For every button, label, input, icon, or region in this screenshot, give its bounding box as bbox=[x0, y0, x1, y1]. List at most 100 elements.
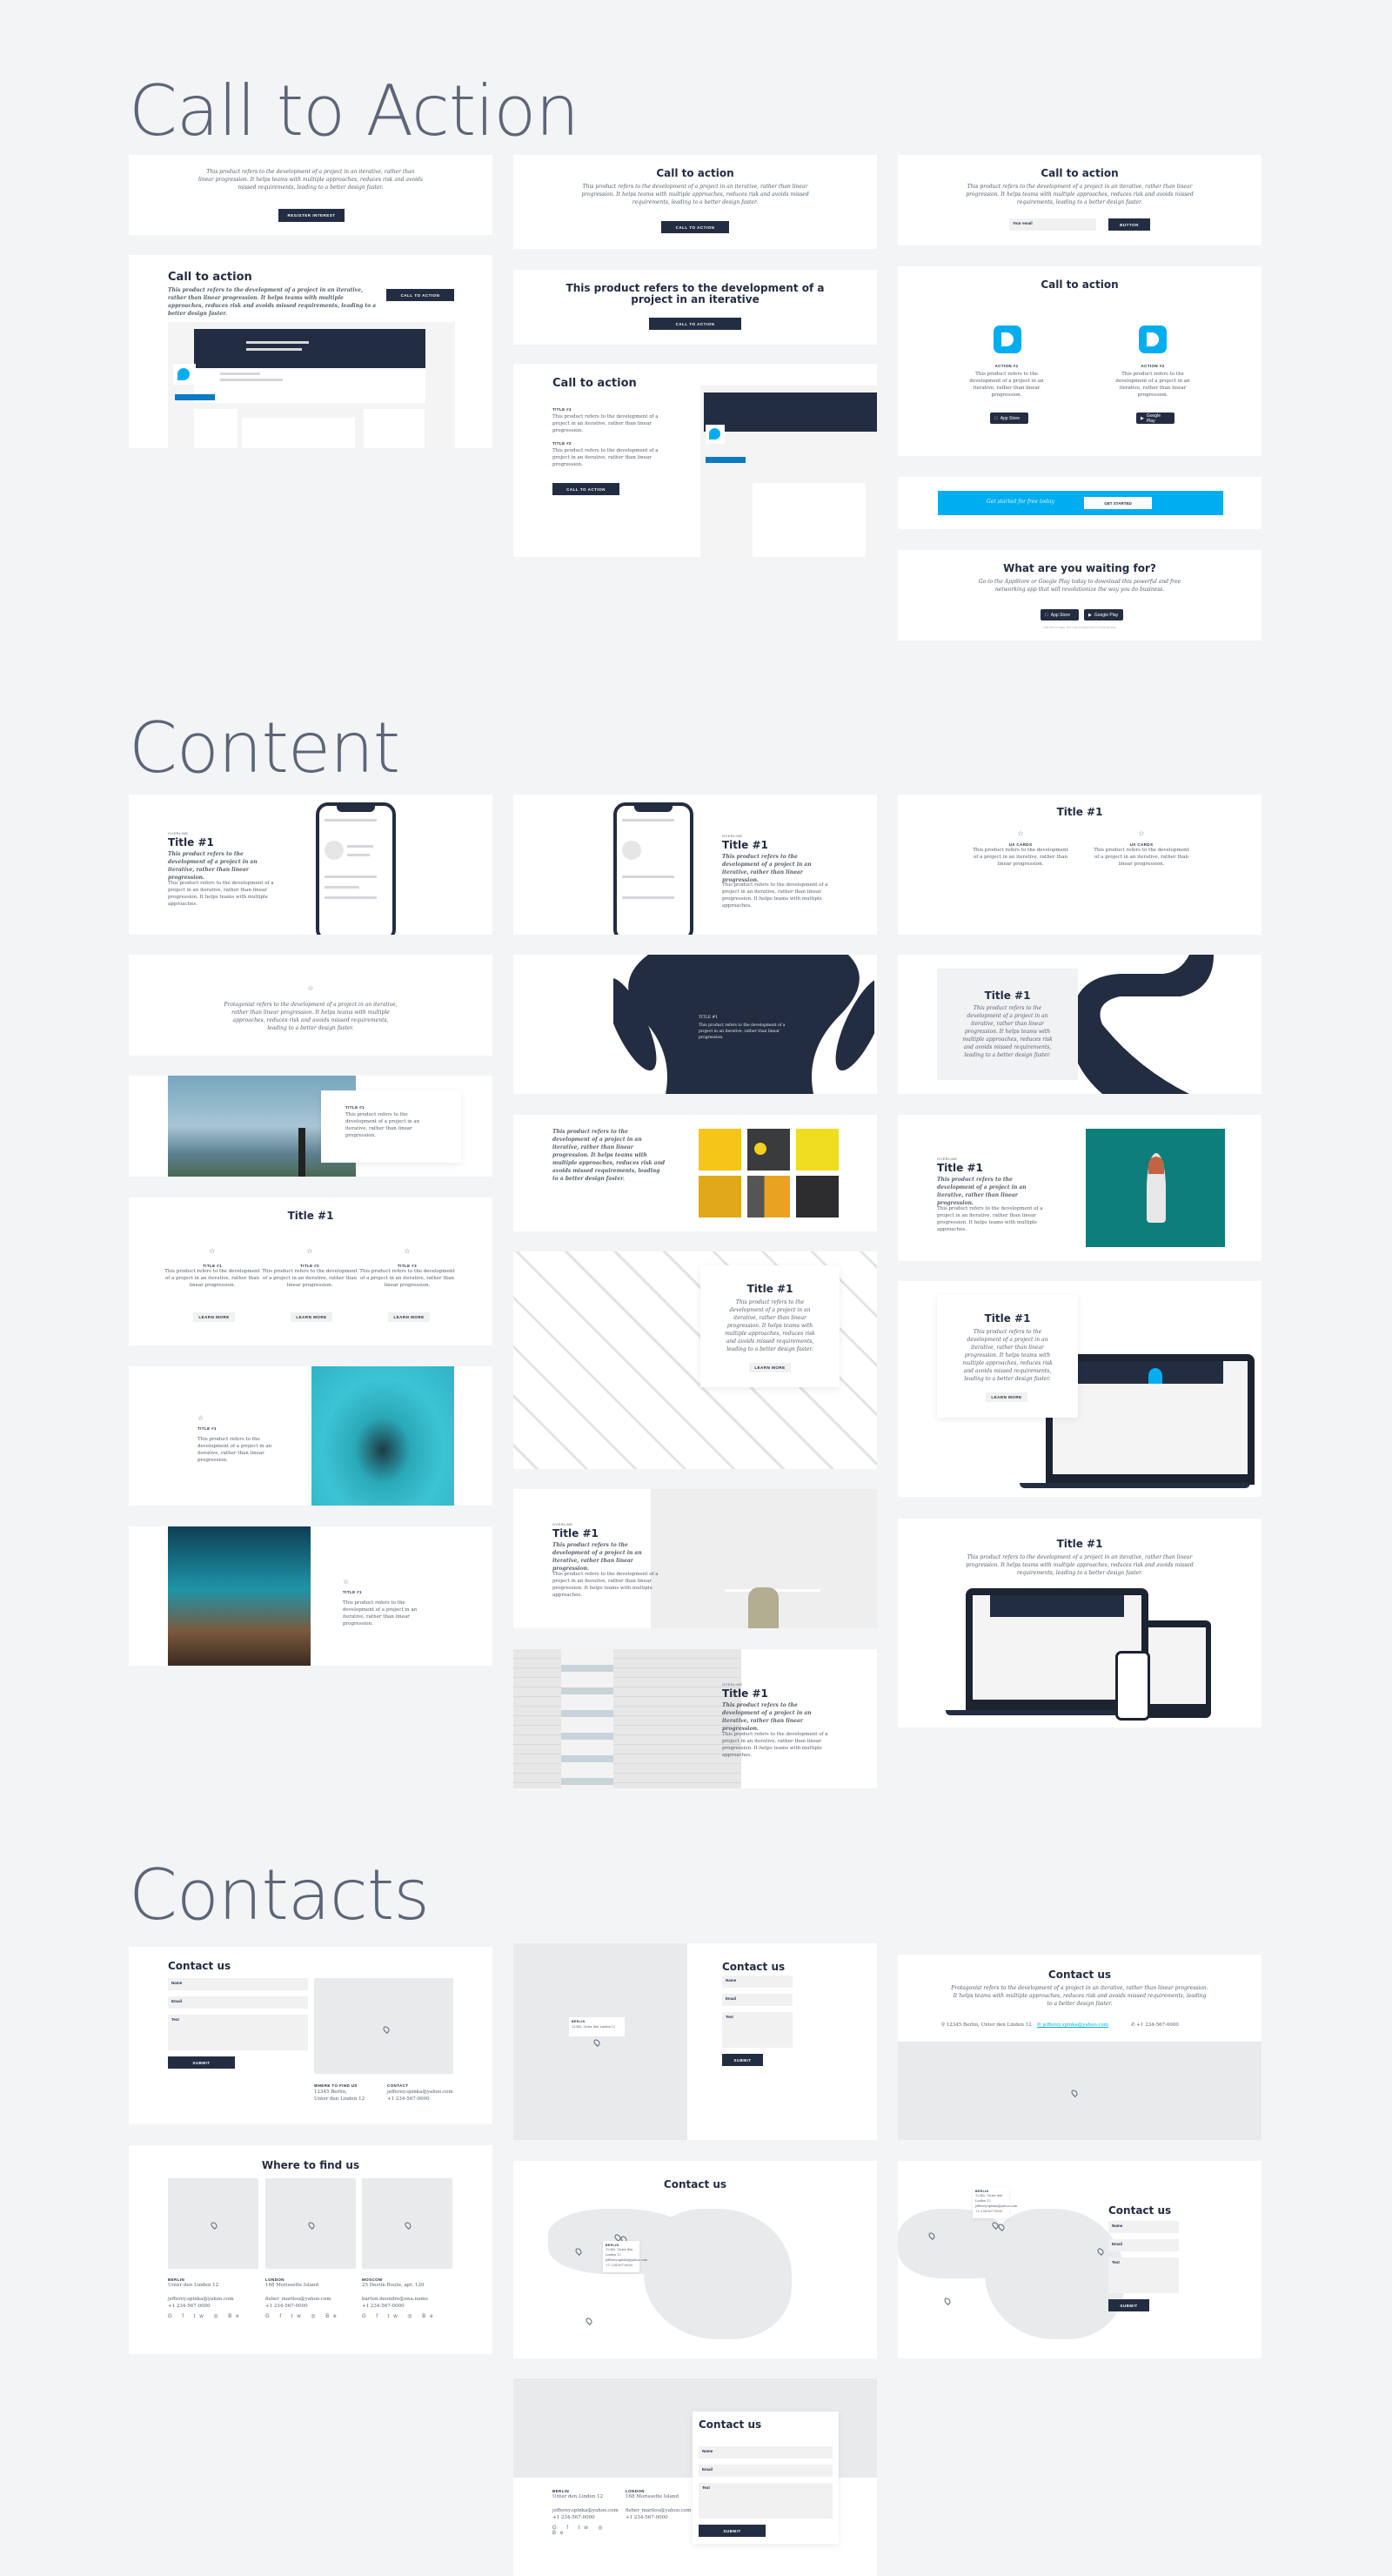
cta-card-headline: This product refers to the development o… bbox=[513, 270, 877, 345]
office-email[interactable]: barton.deondre@ena.name bbox=[362, 2296, 452, 2303]
contact-email[interactable]: jefferey.spinka@yahoo.com bbox=[387, 2089, 453, 2096]
email-link[interactable]: ✉ jefferey.spinka@yahoo.com bbox=[1037, 2022, 1108, 2029]
play-icon: ▶ bbox=[1088, 612, 1092, 618]
item-title: TITLE #1 bbox=[345, 1105, 365, 1110]
office-email[interactable]: jefferey.spinka@yahoo.com bbox=[552, 2507, 620, 2514]
message-textarea[interactable]: Text bbox=[722, 2012, 793, 2048]
apple-icon:  bbox=[1045, 613, 1048, 618]
office-email[interactable]: fisher_marilou@yahoo.com bbox=[265, 2296, 356, 2303]
office-email[interactable]: jefferey.spinka@yahoo.com bbox=[168, 2296, 258, 2303]
where-title: Where to find us bbox=[261, 2159, 360, 2171]
app-icon bbox=[1139, 325, 1167, 353]
social-icons[interactable]: G f tw ◎ Be bbox=[265, 2313, 356, 2319]
call-to-action-button[interactable]: CALL TO ACTION bbox=[386, 289, 454, 301]
item-text: This product refers to the development o… bbox=[359, 1269, 455, 1288]
cta-title: Call to action bbox=[656, 167, 734, 179]
map-pin-icon bbox=[210, 2221, 218, 2230]
register-interest-button[interactable]: REGISTER INTEREST bbox=[278, 209, 345, 222]
call-to-action-button[interactable]: CALL TO ACTION bbox=[552, 483, 619, 495]
submit-button[interactable]: SUBMIT bbox=[1108, 2299, 1149, 2311]
app-store-button[interactable]: App Store bbox=[990, 413, 1028, 424]
email-input[interactable]: Email bbox=[722, 1994, 793, 2006]
contact-card-info-map: Contact us Protagonist refers to the dev… bbox=[898, 1955, 1262, 2140]
learn-more-button[interactable]: LEARN MORE bbox=[193, 1312, 235, 1322]
banner-text: Get started for free today bbox=[987, 499, 1054, 505]
store-label: Google Play bbox=[1146, 413, 1161, 424]
office-email[interactable]: fisher_marilou@yahoo.com bbox=[626, 2507, 693, 2514]
content-lead: This product refers to the development o… bbox=[552, 1542, 642, 1572]
learn-more-button[interactable]: LEARN MORE bbox=[291, 1312, 332, 1322]
text-panel: Title #1 This product refers to the deve… bbox=[937, 969, 1078, 1080]
submit-button[interactable]: SUBMIT bbox=[699, 2525, 766, 2537]
boat-photo bbox=[1086, 1129, 1225, 1247]
name-input[interactable]: Name bbox=[699, 2446, 833, 2459]
mockup-header bbox=[194, 329, 425, 368]
email-input[interactable]: Email bbox=[699, 2465, 833, 2477]
social-icons[interactable]: G f tw ◎ Be bbox=[552, 2525, 620, 2536]
email-input[interactable]: Email bbox=[1108, 2239, 1179, 2251]
form-panel: Contact us Name Email Text SUBMIT bbox=[693, 2412, 839, 2544]
call-to-action-button[interactable]: CALL TO ACTION bbox=[661, 221, 729, 233]
google-play-button[interactable]: ▶ Google Play bbox=[1084, 609, 1123, 621]
google-play-button[interactable]: ▶ Google Play bbox=[1136, 413, 1174, 424]
email-input[interactable]: Your email bbox=[1009, 218, 1096, 231]
item-title: TITLE #1 bbox=[197, 1426, 217, 1431]
address-line: 12345 Berlin, bbox=[314, 2090, 347, 2095]
get-started-button[interactable]: GET STARTED bbox=[1084, 497, 1152, 509]
learn-more-button[interactable]: LEARN MORE bbox=[986, 1392, 1027, 1402]
name-input[interactable]: Name bbox=[722, 1976, 793, 1988]
learn-more-button[interactable]: LEARN MORE bbox=[388, 1312, 430, 1322]
content-card-night: ☆ TITLE #1 This product refers to the de… bbox=[129, 1526, 492, 1666]
email-input[interactable]: Email bbox=[168, 1996, 308, 2009]
play-icon: ▶ bbox=[1141, 415, 1144, 421]
message-textarea[interactable]: Text bbox=[699, 2483, 833, 2519]
item-text: This product refers to the development o… bbox=[1094, 848, 1189, 867]
content-body: This product refers to the development o… bbox=[552, 1572, 659, 1598]
app-store-button[interactable]: App Store bbox=[1041, 609, 1079, 621]
name-input[interactable]: Name bbox=[168, 1978, 308, 1990]
store-label: App Store bbox=[997, 415, 1020, 421]
item-text: This product refers to the development o… bbox=[699, 1023, 786, 1040]
footnote: THE APP IS FREE, BUT THE CONNECTIVITY IS… bbox=[1043, 626, 1116, 629]
cta-text: Go to the AppStore or Google Play today … bbox=[978, 579, 1181, 593]
social-icons[interactable]: G f tw ◎ Be bbox=[168, 2313, 258, 2319]
learn-more-button[interactable]: LEARN MORE bbox=[749, 1363, 791, 1372]
content-lead: This product refers to the development o… bbox=[722, 854, 812, 883]
content-title: Title #1 bbox=[984, 1312, 1031, 1325]
cta-card-titles: Call to action TITLE #1 This product ref… bbox=[513, 364, 877, 557]
content-quote: Protagonist refers to the development of… bbox=[224, 1002, 398, 1031]
map-pin-icon bbox=[585, 2317, 593, 2325]
map bbox=[314, 1978, 453, 2074]
name-input[interactable]: Name bbox=[1108, 2221, 1179, 2233]
overline: OVERLINE bbox=[722, 834, 743, 838]
submit-button[interactable]: SUBMIT bbox=[722, 2054, 763, 2066]
star-icon: ☆ bbox=[1017, 829, 1024, 837]
message-textarea[interactable]: Text bbox=[1108, 2257, 1179, 2293]
map-pin-icon bbox=[592, 2038, 601, 2047]
office-phone: +1 234-567-0000 bbox=[552, 2515, 595, 2520]
call-to-action-button[interactable]: CALL TO ACTION bbox=[649, 318, 741, 330]
submit-button[interactable]: SUBMIT bbox=[168, 2056, 235, 2069]
app-icon bbox=[994, 325, 1021, 353]
action-title: ACTION #2 bbox=[1141, 364, 1165, 368]
social-icons[interactable]: G f tw ◎ Be bbox=[362, 2313, 452, 2319]
cta-banner: Get started for free today GET STARTED bbox=[938, 491, 1223, 515]
office-phone: +1 234-567-0000 bbox=[362, 2304, 405, 2309]
item-text: This product refers to the development o… bbox=[197, 1437, 272, 1463]
map bbox=[265, 2178, 356, 2269]
star-icon: ☆ bbox=[1138, 829, 1145, 837]
office-address: Unter den Linden 12 bbox=[552, 2494, 604, 2499]
address-text: 12345 Berlin, Unter den Linden 12 bbox=[946, 2023, 1032, 2028]
content-body: This product refers to the development o… bbox=[937, 1206, 1043, 1232]
message-textarea[interactable]: Text bbox=[168, 2015, 308, 2050]
gallery-image bbox=[699, 1129, 741, 1171]
submit-button[interactable]: BUTTON bbox=[1108, 218, 1150, 231]
overline: OVERLINE bbox=[552, 1522, 573, 1526]
star-icon: ☆ bbox=[343, 1578, 350, 1586]
content-card-swimmer: ☆ TITLE #1 This product refers to the de… bbox=[129, 1366, 492, 1506]
star-icon: ☆ bbox=[307, 984, 314, 992]
swimmer-photo bbox=[311, 1366, 454, 1506]
contact-title: Contact us bbox=[722, 1961, 786, 1973]
content-title: Title #1 bbox=[722, 1687, 768, 1700]
phone-item: ✆ +1 234-567-0000 bbox=[1131, 2022, 1179, 2029]
